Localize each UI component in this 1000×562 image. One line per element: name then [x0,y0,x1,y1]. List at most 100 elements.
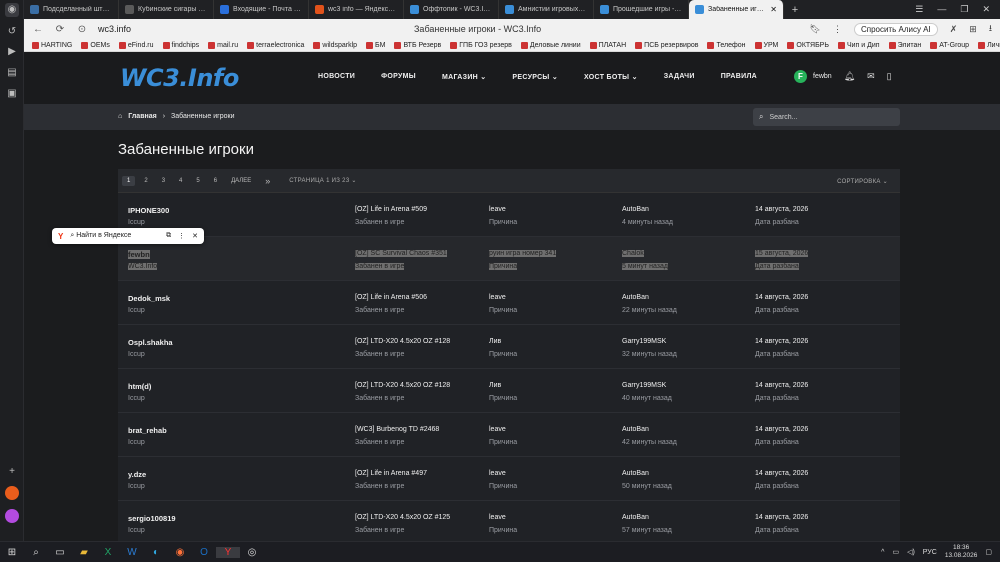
maximize-icon[interactable]: ❐ [960,4,968,15]
media-icon[interactable]: ▶ [5,45,19,59]
bookmark-item[interactable]: OEMs [81,41,110,49]
avatar[interactable]: F [794,70,807,83]
bookmark-item[interactable]: Чип и Дип [837,41,880,49]
player-nick[interactable]: y.dze [128,470,146,479]
bookmark-panel-icon[interactable]: ▣ [5,87,19,101]
bookmark-item[interactable]: mail.ru [208,41,238,49]
nav-item[interactable]: ФОРУМЫ [381,73,416,81]
player-nick[interactable]: IPHONE300 [128,206,169,215]
download-icon[interactable]: ⭳ [989,21,992,37]
refresh-icon[interactable]: ⟳ [54,24,66,35]
browser-tab[interactable]: Оффтопик - WC3.Info [404,0,499,19]
last-page-link[interactable]: » [260,174,275,188]
bookmark-item[interactable]: findchips [162,41,199,49]
search-yandex-button[interactable]: ⌕ Найти в Яндексе [70,232,131,240]
browser-tab[interactable]: Амнистии игровых ак [499,0,594,19]
browser-menu-icon[interactable]: ◉ [5,3,19,17]
back-icon[interactable]: ← [32,24,44,35]
browser-tab[interactable]: Кубинские сигары Forc [119,0,214,19]
nav-item[interactable]: ЗАДАЧИ [664,73,695,81]
notes-icon[interactable]: ▤ [5,66,19,80]
language-indicator[interactable]: РУС [923,549,937,556]
search-icon[interactable]: ⌕ [24,547,48,558]
nav-item[interactable]: ХОСТ БОТЫ ⌄ [584,73,638,81]
tab-menu-icon[interactable]: ☰ [915,4,923,15]
close-tab-icon[interactable]: ✕ [770,5,777,14]
browser-tab[interactable]: Входящие - Почта Mail [214,0,309,19]
bookmark-item[interactable]: Элитан [888,41,921,49]
bookmark-item[interactable]: УРМ [754,41,778,49]
minimize-icon[interactable]: — [937,4,946,15]
browser-tab[interactable]: wc3 info — Яндекс наш [309,0,404,19]
bookmark-item[interactable]: ПСБ резервиров [635,41,698,49]
file-explorer-icon[interactable]: ▰ [72,547,96,558]
page-link[interactable]: 1 [122,175,136,186]
browser-tab[interactable]: Забаненные игроки ✕ [689,0,784,19]
site-logo[interactable]: WC3.Info [120,64,239,92]
close-window-icon[interactable]: ✕ [982,4,990,15]
excel-icon[interactable]: X [96,547,120,558]
outlook-icon[interactable]: O [192,547,216,558]
nav-item[interactable]: МАГАЗИН ⌄ [442,73,486,81]
history-icon[interactable]: ↺ [5,25,19,39]
alice-icon[interactable] [5,509,19,523]
bookmark-item[interactable]: ГПБ ГОЗ резерв [450,41,512,49]
bookmark-item[interactable]: terraelectronica [247,41,304,49]
bookmark-item[interactable]: eFind.ru [118,41,154,49]
bookmark-item[interactable]: Личн [978,41,1000,49]
user-name[interactable]: fewbn [813,73,832,80]
player-nick[interactable]: brat_rehab [128,426,167,435]
page-link[interactable]: 2 [139,176,152,186]
bell-icon[interactable]: 🔔︎ [844,71,855,82]
breadcrumb-home[interactable]: Главная [128,113,156,120]
url-field[interactable]: wc3.info [98,24,131,34]
app-icon-orange[interactable] [5,486,19,500]
yandex-browser-icon[interactable]: Y [216,546,240,558]
player-nick[interactable]: htm(d) [128,382,151,391]
page-info-dropdown[interactable]: СТРАНИЦА 1 ИЗ 23 ⌄ [289,177,357,184]
nav-item[interactable]: ПРАВИЛА [721,73,757,81]
player-nick[interactable]: sergio100819 [128,514,176,523]
bookmark-item[interactable]: Деловые линии [520,41,581,49]
copy-icon[interactable]: ⧉ [166,232,171,240]
volume-icon[interactable]: ◁) [907,548,915,556]
bookmark-item[interactable]: Телефон [707,41,746,49]
browser-tab[interactable]: Прошедшие игры - WC [594,0,689,19]
chevron-up-icon[interactable]: ^ [881,549,884,556]
bookmark-item[interactable]: ПЛАТАН [589,41,626,49]
document-icon[interactable]: ▯ [887,71,892,82]
app-icon[interactable]: ◎ [240,547,264,558]
nav-item[interactable]: НОВОСТИ [318,73,355,81]
browser-tab[interactable]: Подсделанный штырь [24,0,119,19]
close-popup-icon[interactable]: ✕ [192,232,198,240]
bookmark-item[interactable]: БМ [366,41,385,49]
page-link[interactable]: 5 [191,176,204,186]
add-panel-icon[interactable]: + [5,465,19,479]
player-nick[interactable]: Dedok_msk [128,294,170,303]
bookmark-item[interactable]: ОКТЯБРЬ [787,41,829,49]
new-tab-icon[interactable]: + [788,3,802,17]
bookmark-item[interactable]: AT-Group [930,41,969,49]
page-link[interactable]: 4 [174,176,187,186]
nav-item[interactable]: РЕСУРСЫ ⌄ [512,73,558,81]
bookmark-item[interactable]: HARTING [32,41,72,49]
page-link[interactable]: 3 [157,176,170,186]
word-icon[interactable]: W [120,547,144,558]
player-nick[interactable]: fewbn [128,250,150,259]
network-icon[interactable]: ▭ [892,548,899,556]
bookmark-item[interactable]: ВТБ Резерв [394,41,441,49]
sort-dropdown[interactable]: СОРТИРОВКА ⌄ [837,178,888,185]
notifications-icon[interactable]: ▢ [985,548,992,556]
search-input[interactable] [769,113,880,121]
extensions-icon[interactable]: ⊞ [969,24,977,35]
windows-start-icon[interactable]: ⊞ [0,547,24,558]
ask-alice-button[interactable]: Спросить Алису AI [853,22,938,36]
clock[interactable]: 18:36 13.08.2026 [945,544,978,560]
edge-icon[interactable]: ◐ [144,547,168,558]
player-nick[interactable]: Ospl.shakha [128,338,173,347]
task-view-icon[interactable]: ▭ [48,547,72,558]
more-options-icon[interactable]: ⋮ [178,232,185,240]
breadcrumb-current[interactable]: Забаненные игроки [171,113,234,120]
firefox-icon[interactable]: ◉ [168,547,192,558]
page-link[interactable]: 6 [209,176,222,186]
